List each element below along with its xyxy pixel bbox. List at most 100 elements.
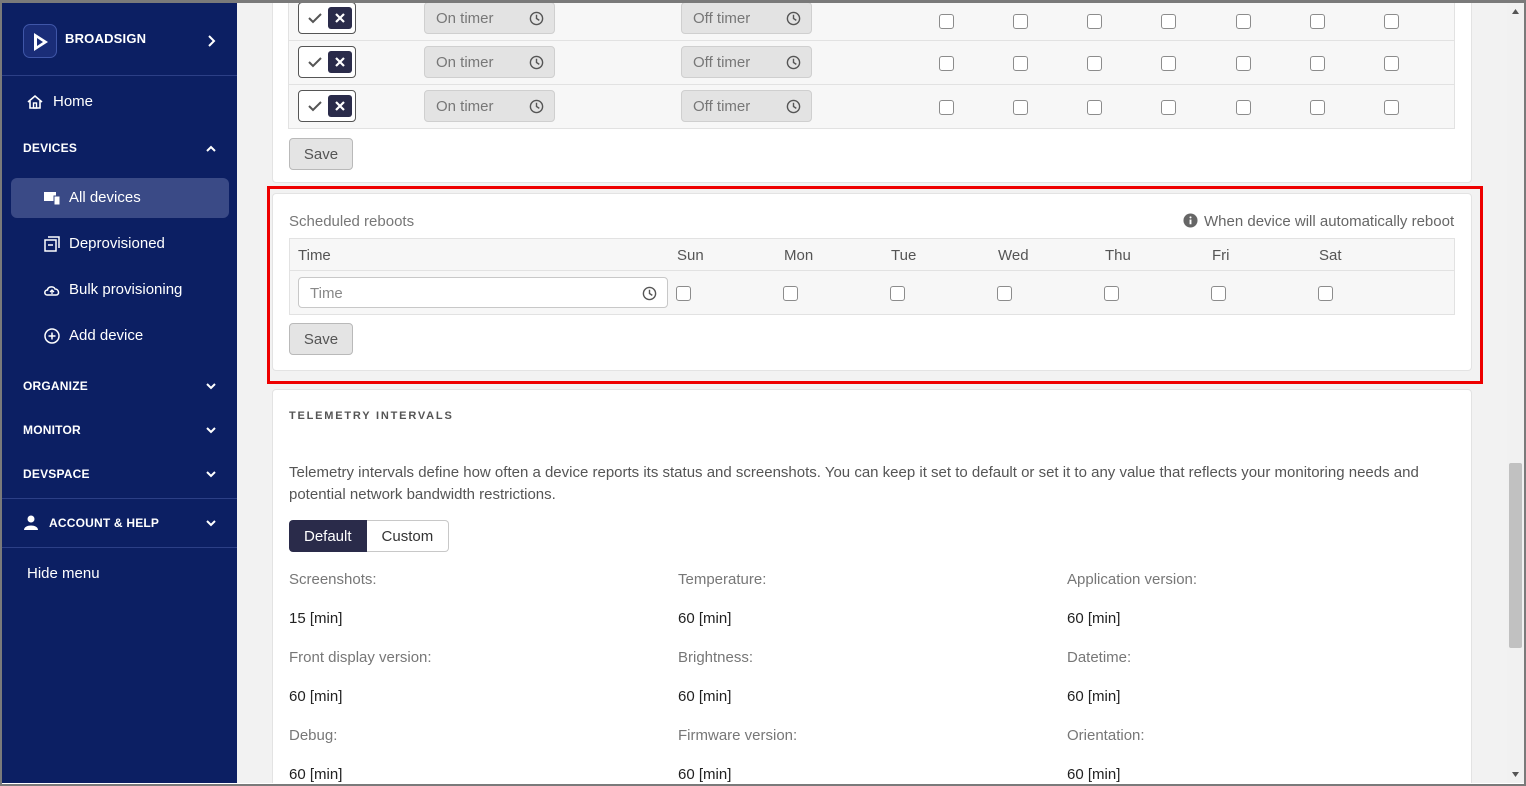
telemetry-card — [272, 389, 1472, 783]
telemetry-description: Telemetry intervals define how often a d… — [289, 464, 1419, 503]
off-timer-input[interactable]: Off timer — [681, 3, 812, 34]
chevron-up-icon[interactable] — [204, 142, 218, 156]
day-checkbox[interactable] — [1087, 56, 1102, 71]
metric-label-screenshots: Screenshots: — [289, 571, 377, 588]
cloud-upload-icon — [44, 286, 60, 296]
sidebar-item-home[interactable]: Home — [2, 81, 237, 121]
sidebar-item-label: Add device — [69, 327, 144, 344]
sidebar-item-all-devices[interactable]: All devices — [11, 178, 229, 218]
day-checkbox[interactable] — [1087, 14, 1102, 29]
day-checkbox[interactable] — [939, 14, 954, 29]
chevron-down-icon[interactable] — [204, 516, 218, 530]
tab-custom[interactable]: Custom — [366, 520, 450, 552]
check-icon — [308, 13, 322, 24]
sidebar-divider — [2, 498, 237, 499]
clock-icon — [529, 55, 544, 70]
tab-default[interactable]: Default — [289, 520, 367, 552]
sidebar: BROADSIGN Home DEVICES All devices Depro… — [2, 3, 237, 783]
metric-label-front-display-version: Front display version: — [289, 649, 432, 666]
sidebar-item-label: Bulk provisioning — [69, 281, 183, 298]
section-devices[interactable]: DEVICES — [23, 141, 77, 155]
clock-icon — [786, 99, 801, 114]
day-checkbox[interactable] — [1236, 14, 1251, 29]
day-checkbox[interactable] — [1384, 56, 1399, 71]
enable-toggle[interactable] — [298, 46, 356, 78]
sidebar-item-deprovisioned[interactable]: Deprovisioned — [11, 224, 229, 264]
clock-icon — [786, 55, 801, 70]
chevron-right-icon[interactable] — [207, 34, 217, 48]
section-monitor[interactable]: MONITOR — [23, 423, 81, 437]
close-icon — [328, 7, 352, 29]
brand-header[interactable]: BROADSIGN — [2, 3, 237, 76]
day-checkbox[interactable] — [1384, 100, 1399, 115]
hide-menu-link[interactable]: Hide menu — [27, 565, 100, 582]
clock-icon — [529, 99, 544, 114]
close-icon — [328, 51, 352, 73]
metric-label-orientation: Orientation: — [1067, 727, 1145, 744]
metric-value-firmware-version: 60 [min] — [678, 766, 732, 783]
metric-value-temperature: 60 [min] — [678, 610, 732, 627]
day-checkbox[interactable] — [1310, 14, 1325, 29]
chevron-down-icon[interactable] — [204, 379, 218, 393]
close-icon — [328, 95, 352, 117]
sidebar-item-label: All devices — [69, 189, 141, 206]
table-row: On timer Off timer — [288, 3, 1455, 41]
brand-name: BROADSIGN — [65, 31, 147, 46]
day-checkbox[interactable] — [1384, 14, 1399, 29]
day-checkbox[interactable] — [1013, 14, 1028, 29]
metric-label-debug: Debug: — [289, 727, 338, 744]
broadsign-logo-icon — [23, 24, 57, 58]
day-checkbox[interactable] — [939, 100, 954, 115]
enable-toggle[interactable] — [298, 90, 356, 122]
home-icon — [27, 94, 43, 109]
day-checkbox[interactable] — [1236, 56, 1251, 71]
metric-label-datetime: Datetime: — [1067, 649, 1132, 666]
day-checkbox[interactable] — [1161, 56, 1176, 71]
chevron-down-icon[interactable] — [204, 467, 218, 481]
metric-label-temperature: Temperature: — [678, 571, 767, 588]
on-timer-input[interactable]: On timer — [424, 3, 555, 34]
check-icon — [308, 101, 322, 112]
metric-label-application-version: Application version: — [1067, 571, 1198, 588]
telemetry-title: TELEMETRY INTERVALS — [289, 410, 454, 422]
timers-save-button[interactable]: Save — [289, 138, 353, 170]
sidebar-item-label: Deprovisioned — [69, 235, 165, 252]
day-checkbox[interactable] — [1310, 100, 1325, 115]
off-timer-input[interactable]: Off timer — [681, 46, 812, 78]
sidebar-item-bulk-provisioning[interactable]: Bulk provisioning — [11, 270, 229, 310]
devices-icon — [44, 192, 61, 206]
chevron-down-icon[interactable] — [204, 423, 218, 437]
metric-label-brightness: Brightness: — [678, 649, 754, 666]
highlight-box — [267, 186, 1483, 384]
scroll-up-icon[interactable] — [1511, 7, 1520, 16]
section-account-help[interactable]: ACCOUNT & HELP — [49, 516, 159, 530]
metric-value-debug: 60 [min] — [289, 766, 343, 783]
section-devspace[interactable]: DEVSPACE — [23, 467, 90, 481]
day-checkbox[interactable] — [1161, 100, 1176, 115]
day-checkbox[interactable] — [939, 56, 954, 71]
clock-icon — [786, 11, 801, 26]
on-timer-input[interactable]: On timer — [424, 90, 555, 122]
day-checkbox[interactable] — [1013, 100, 1028, 115]
day-checkbox[interactable] — [1161, 14, 1176, 29]
metric-value-application-version: 60 [min] — [1067, 610, 1121, 627]
telemetry-mode-toggle: Default Custom — [289, 520, 450, 552]
sidebar-item-label: Home — [53, 92, 94, 110]
plus-circle-icon — [44, 328, 60, 344]
day-checkbox[interactable] — [1236, 100, 1251, 115]
scroll-thumb[interactable] — [1509, 463, 1522, 648]
section-organize[interactable]: ORGANIZE — [23, 379, 88, 393]
day-checkbox[interactable] — [1013, 56, 1028, 71]
scroll-down-icon[interactable] — [1511, 770, 1520, 779]
metric-value-front-display-version: 60 [min] — [289, 688, 343, 705]
enable-toggle[interactable] — [298, 3, 356, 34]
table-row: On timer Off timer — [288, 85, 1455, 129]
day-checkbox[interactable] — [1087, 100, 1102, 115]
on-timer-input[interactable]: On timer — [424, 46, 555, 78]
main-content: On timer Off timer On timer Off timer On… — [237, 3, 1507, 783]
sidebar-item-add-device[interactable]: Add device — [11, 316, 229, 356]
off-timer-input[interactable]: Off timer — [681, 90, 812, 122]
scrollbar[interactable] — [1507, 3, 1524, 783]
day-checkbox[interactable] — [1310, 56, 1325, 71]
deprovisioned-icon — [44, 236, 60, 252]
